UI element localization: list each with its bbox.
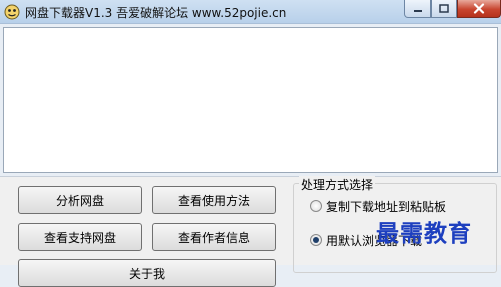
processing-group-title: 处理方式选择	[299, 176, 376, 193]
supported-drives-button[interactable]: 查看支持网盘	[18, 223, 142, 251]
app-icon	[4, 4, 20, 20]
about-button[interactable]: 关于我	[18, 259, 276, 287]
watermark: 最需教育	[376, 220, 472, 247]
radio-copy-to-clipboard[interactable]: 复制下载地址到粘贴板	[310, 198, 446, 214]
close-button[interactable]	[457, 0, 501, 18]
title-bar[interactable]: 网盘下载器V1.3 吾爱破解论坛 www.52pojie.cn	[0, 0, 501, 24]
minimize-icon	[413, 9, 422, 12]
maximize-button[interactable]	[431, 0, 457, 18]
radio-label: 复制下载地址到粘贴板	[326, 199, 447, 214]
window-title: 网盘下载器V1.3 吾爱破解论坛 www.52pojie.cn	[25, 6, 287, 20]
usage-button[interactable]: 查看使用方法	[152, 186, 276, 214]
divider	[0, 176, 501, 177]
close-icon	[473, 3, 485, 14]
radio-button-icon[interactable]	[310, 200, 322, 212]
radio-button-selected-icon[interactable]	[310, 234, 322, 246]
analyze-button[interactable]: 分析网盘	[18, 186, 142, 214]
maximize-icon	[439, 4, 449, 13]
output-textbox[interactable]	[3, 27, 498, 173]
author-info-button[interactable]: 查看作者信息	[152, 223, 276, 251]
minimize-button[interactable]	[404, 0, 431, 18]
